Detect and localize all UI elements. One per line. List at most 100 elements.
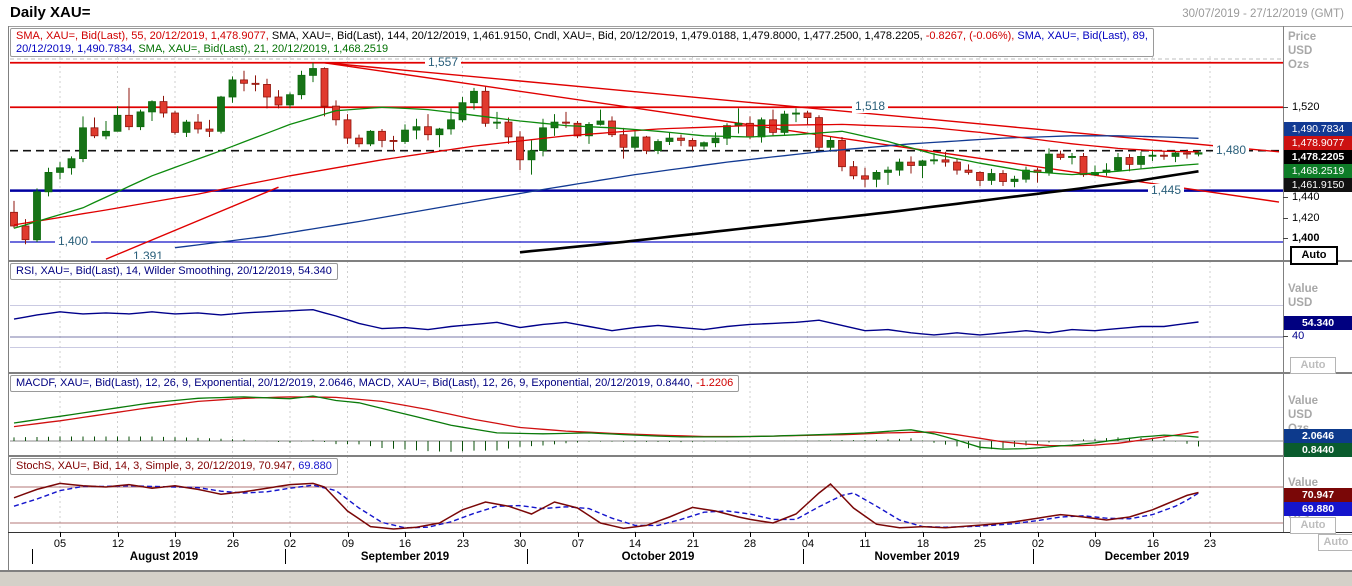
axis-tick-mark [1283,107,1288,108]
price-badge: 1,461.9150 [1284,178,1352,192]
x-tick-mark [463,532,464,537]
chart-canvas[interactable] [0,0,1352,586]
x-tick-label: 30 [513,538,527,550]
x-tick-mark [233,532,234,537]
x-tick-mark [578,532,579,537]
x-tick-label: 12 [111,538,125,550]
x-tick-mark [808,532,809,537]
x-tick-label: 25 [973,538,987,550]
legend-text: 69.880 [298,460,332,472]
auto-scale-button-rsi[interactable]: Auto [1290,357,1336,374]
x-tick-label: 14 [628,538,642,550]
month-label: December 2019 [1104,551,1190,563]
x-tick-mark [1038,532,1039,537]
legend-text: SMA, XAU=, Bid(Last), 89, [1017,30,1148,42]
x-tick-mark [635,532,636,537]
axis-tick-main: 1,400 [1292,232,1320,244]
legend-text: SMA, XAU=, Bid(Last), 55, 20/12/2019, 1,… [16,30,272,42]
legend-stoch[interactable]: StochS, XAU=, Bid, 14, 3, Simple, 3, 20/… [10,458,338,475]
x-tick-mark [60,532,61,537]
month-label: September 2019 [360,551,450,563]
x-tick-mark [348,532,349,537]
legend-text: 20/12/2019, 1,490.7834, [16,42,139,55]
chart-window: Daily XAU= 30/07/2019 - 27/12/2019 (GMT)… [0,0,1352,586]
x-tick-label: 16 [1146,538,1160,550]
chart-left-border [8,26,9,572]
axis-tick-mark [1283,238,1288,239]
price-badge: 2.0646 [1284,429,1352,443]
x-tick-label: 07 [571,538,585,550]
x-tick-mark [1153,532,1154,537]
x-axis-line [8,532,1352,533]
price-badge: 1,478.9077 [1284,136,1352,150]
legend-text: RSI, XAU=, Bid(Last), 14, Wilder Smoothi… [16,265,332,277]
x-tick-label: 28 [743,538,757,550]
price-badge: 0.8440 [1284,443,1352,457]
panel-separator-macd[interactable] [8,372,1352,374]
legend-text: MACDF, XAU=, Bid(Last), 12, 26, 9, Expon… [16,377,696,389]
axis-tick-main: 1,440 [1292,191,1320,203]
legend-text: -1.2206 [695,377,734,389]
axis-tick-mark [1283,197,1288,198]
x-tick-mark [118,532,119,537]
axis-header-main: Price USD Ozs [1288,31,1317,71]
price-badge: 1,490.7834 [1284,122,1352,136]
x-tick-label: 02 [283,538,297,550]
x-tick-mark [290,532,291,537]
x-tick-label: 26 [226,538,240,550]
legend-main-panel[interactable]: SMA, XAU=, Bid(Last), 55, 20/12/2019, 1,… [10,28,1154,57]
x-tick-label: 04 [801,538,815,550]
legend-text: StochS, XAU=, Bid, 14, 3, Simple, 3, 20/… [16,460,299,472]
x-tick-label: 09 [341,538,355,550]
auto-scale-button-main[interactable]: Auto [1290,246,1338,265]
auto-scale-button-xaxis[interactable]: Auto [1318,534,1352,551]
month-separator [285,549,286,564]
legend-text: SMA, XAU=, Bid(Last), 144, 20/12/2019, 1… [271,30,926,42]
legend-text: SMA, XAU=, Bid(Last), 21, 20/12/2019, 1,… [138,42,389,55]
axis-tick-mark [1283,336,1288,337]
panel-separator-stoch[interactable] [8,455,1352,457]
axis-tick-rsi: 40 [1292,330,1305,342]
auto-scale-button-stoch[interactable]: Auto [1290,517,1336,534]
x-tick-mark [923,532,924,537]
x-tick-mark [520,532,521,537]
month-separator [527,549,528,564]
x-tick-label: 11 [859,538,871,550]
month-label: October 2019 [621,551,695,563]
legend-macd[interactable]: MACDF, XAU=, Bid(Last), 12, 26, 9, Expon… [10,375,740,392]
month-label: November 2019 [874,551,960,563]
x-tick-mark [1210,532,1211,537]
price-badge: 1,468.2519 [1284,164,1352,178]
chart-top-border [8,26,1352,27]
x-tick-label: 23 [1203,538,1217,550]
month-label: August 2019 [129,551,199,563]
x-tick-mark [693,532,694,537]
x-tick-label: 19 [168,538,182,550]
x-tick-label: 02 [1031,538,1045,550]
axis-tick-main: 1,420 [1292,212,1320,224]
axis-tick-mark [1283,218,1288,219]
axis-tick-main: 1,520 [1292,101,1320,113]
month-separator [803,549,804,564]
legend-rsi[interactable]: RSI, XAU=, Bid(Last), 14, Wilder Smoothi… [10,263,338,280]
window-bottom-margin [0,572,1352,586]
x-tick-mark [750,532,751,537]
x-tick-label: 09 [1088,538,1102,550]
price-badge: 54.340 [1284,316,1352,330]
price-badge: 70.947 [1284,488,1352,502]
x-tick-mark [980,532,981,537]
x-tick-label: 05 [53,538,67,550]
x-tick-mark [175,532,176,537]
price-badge: 69.880 [1284,502,1352,516]
panel-separator-rsi[interactable] [8,260,1352,262]
price-badge: 1,478.2205 [1284,150,1352,164]
x-tick-mark [865,532,866,537]
axis-header-rsi: Value USD [1288,283,1319,309]
x-tick-label: 21 [686,538,700,550]
x-tick-mark [405,532,406,537]
x-tick-label: 23 [456,538,470,550]
legend-text: -0.8267, (-0.06%), [925,30,1018,42]
month-separator [1033,549,1034,564]
month-separator [32,549,33,564]
x-tick-label: 16 [398,538,412,550]
